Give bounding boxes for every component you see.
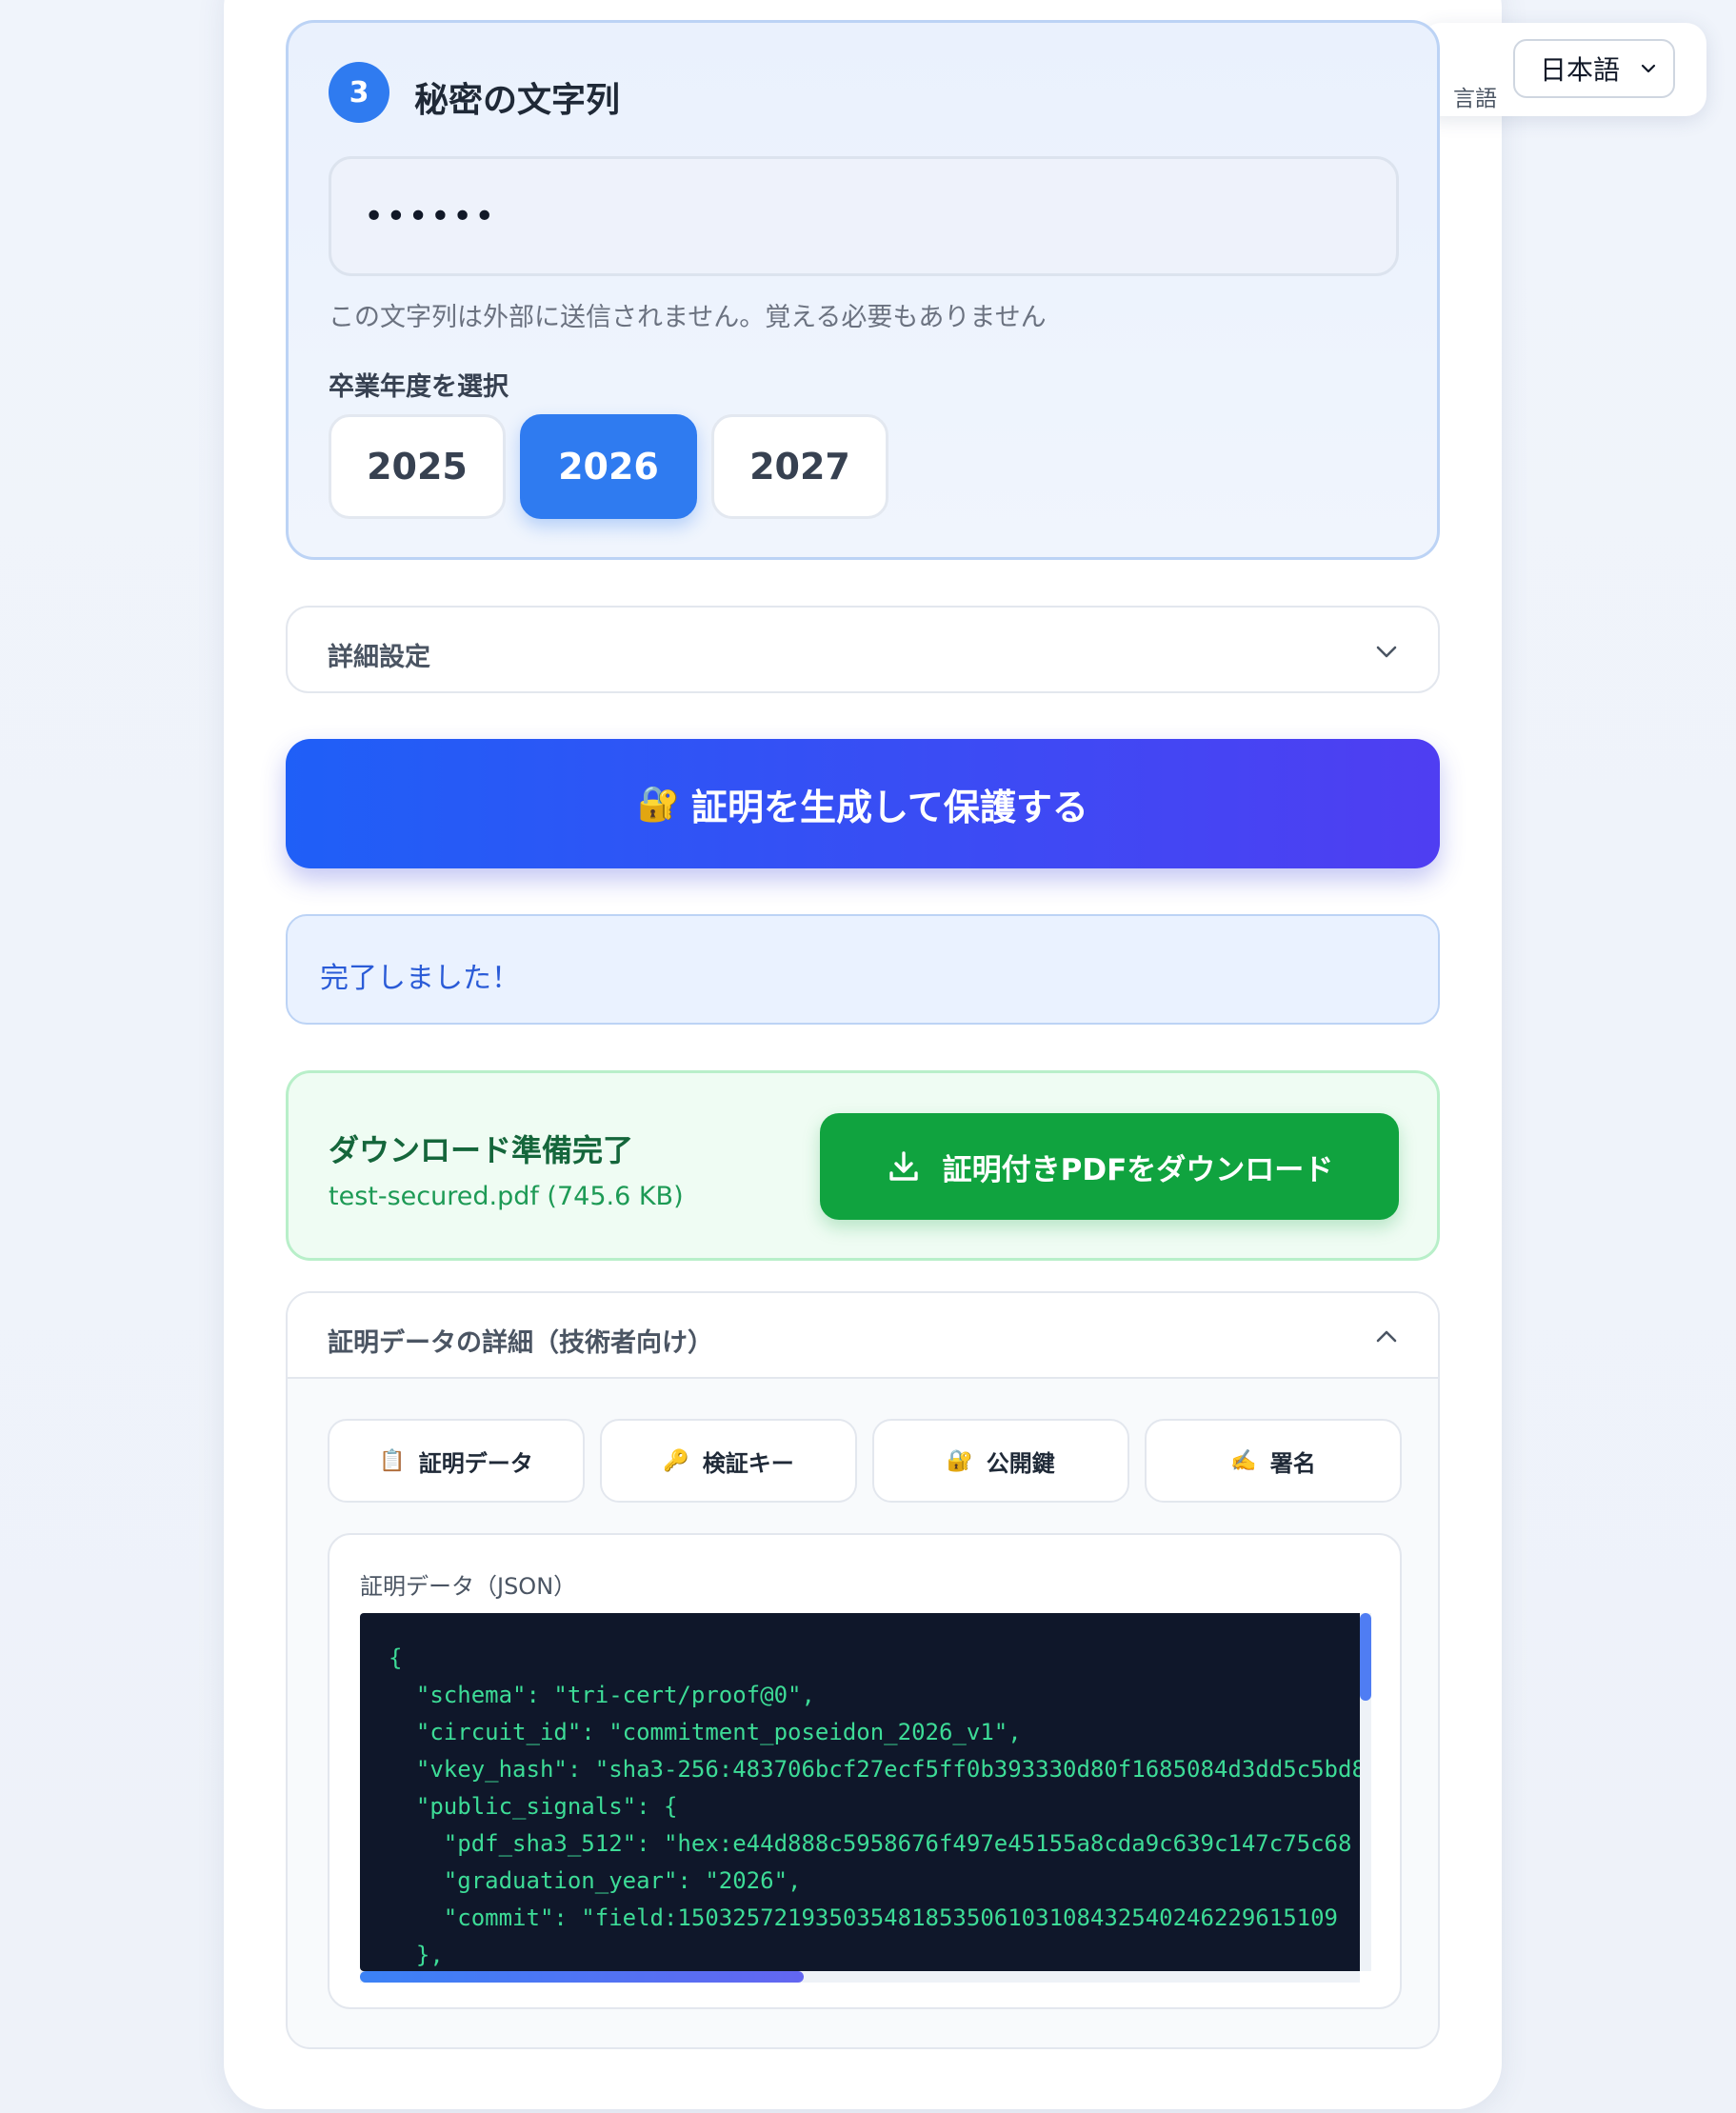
- step-number-badge: 3: [329, 62, 389, 123]
- year-button-2027[interactable]: 2027: [711, 414, 888, 519]
- year-button-2026[interactable]: 2026: [520, 414, 697, 519]
- tab-signature[interactable]: ✍️ 署名: [1145, 1419, 1402, 1503]
- download-pdf-button[interactable]: 証明付きPDFをダウンロード: [820, 1113, 1399, 1220]
- status-message: 完了しました！: [320, 962, 520, 995]
- chevron-down-icon: [1641, 64, 1656, 73]
- horizontal-scrollbar[interactable]: [360, 1971, 1360, 1983]
- secret-input[interactable]: ••••••: [329, 156, 1399, 276]
- language-select[interactable]: 日本語: [1513, 39, 1675, 98]
- proof-details-toggle[interactable]: 証明データの詳細（技術者向け）: [288, 1293, 1438, 1379]
- clipboard-icon: 📋: [379, 1448, 406, 1473]
- tab-proof-data[interactable]: 📋 証明データ: [328, 1419, 585, 1503]
- writing-hand-icon: ✍️: [1230, 1448, 1257, 1473]
- download-pdf-label: 証明付きPDFをダウンロード: [942, 1152, 1334, 1187]
- language-switcher: 言語 日本語: [1421, 23, 1706, 116]
- lock-key-icon: 🔐: [947, 1448, 973, 1473]
- secret-step-section: 3 秘密の文字列 •••••• この文字列は外部に送信されません。覚える必要もあ…: [286, 20, 1440, 560]
- tab-label: 証明データ: [418, 1449, 533, 1477]
- year-label: 卒業年度を選択: [329, 372, 509, 402]
- language-label: 言語: [1453, 87, 1497, 111]
- tab-public-key[interactable]: 🔐 公開鍵: [872, 1419, 1129, 1503]
- download-title: ダウンロード準備完了: [329, 1132, 634, 1168]
- advanced-settings-label: 詳細設定: [328, 643, 430, 672]
- status-message-box: 完了しました！: [286, 914, 1440, 1025]
- tab-label: 公開鍵: [986, 1449, 1055, 1477]
- lock-key-icon: 🔐: [637, 785, 680, 824]
- chevron-down-icon: [1376, 646, 1397, 658]
- vertical-scrollbar[interactable]: [1360, 1613, 1371, 1971]
- language-selected: 日本語: [1540, 54, 1621, 86]
- tab-label: 署名: [1269, 1449, 1316, 1477]
- json-panel: 証明データ（JSON） { "schema": "tri-cert/proof@…: [328, 1533, 1402, 2009]
- download-icon: [888, 1151, 918, 1181]
- json-code-block[interactable]: { "schema": "tri-cert/proof@0", "circuit…: [360, 1613, 1360, 1971]
- generate-proof-button[interactable]: 🔐 証明を生成して保護する: [286, 739, 1440, 868]
- proof-details-label: 証明データの詳細（技術者向け）: [328, 1328, 713, 1358]
- tab-verification-key[interactable]: 🔑 検証キー: [600, 1419, 857, 1503]
- tab-label: 検証キー: [702, 1449, 794, 1477]
- proof-details-section: 証明データの詳細（技術者向け） 📋 証明データ 🔑 検証キー 🔐 公開鍵 ✍️ …: [286, 1291, 1440, 2049]
- step-title: 秘密の文字列: [414, 81, 621, 120]
- secret-hint: この文字列は外部に送信されません。覚える必要もありません: [329, 303, 1047, 332]
- generate-proof-label: 証明を生成して保護する: [690, 786, 1088, 828]
- download-file-info: test-secured.pdf (745.6 KB): [329, 1182, 684, 1211]
- year-button-2025[interactable]: 2025: [329, 414, 506, 519]
- download-section: ダウンロード準備完了 test-secured.pdf (745.6 KB) 証…: [286, 1070, 1440, 1261]
- json-code-text: { "schema": "tri-cert/proof@0", "circuit…: [389, 1645, 1360, 1968]
- chevron-up-icon: [1376, 1330, 1397, 1343]
- json-label: 証明データ（JSON）: [360, 1573, 577, 1600]
- key-icon: 🔑: [663, 1448, 689, 1473]
- advanced-settings-toggle[interactable]: 詳細設定: [286, 606, 1440, 693]
